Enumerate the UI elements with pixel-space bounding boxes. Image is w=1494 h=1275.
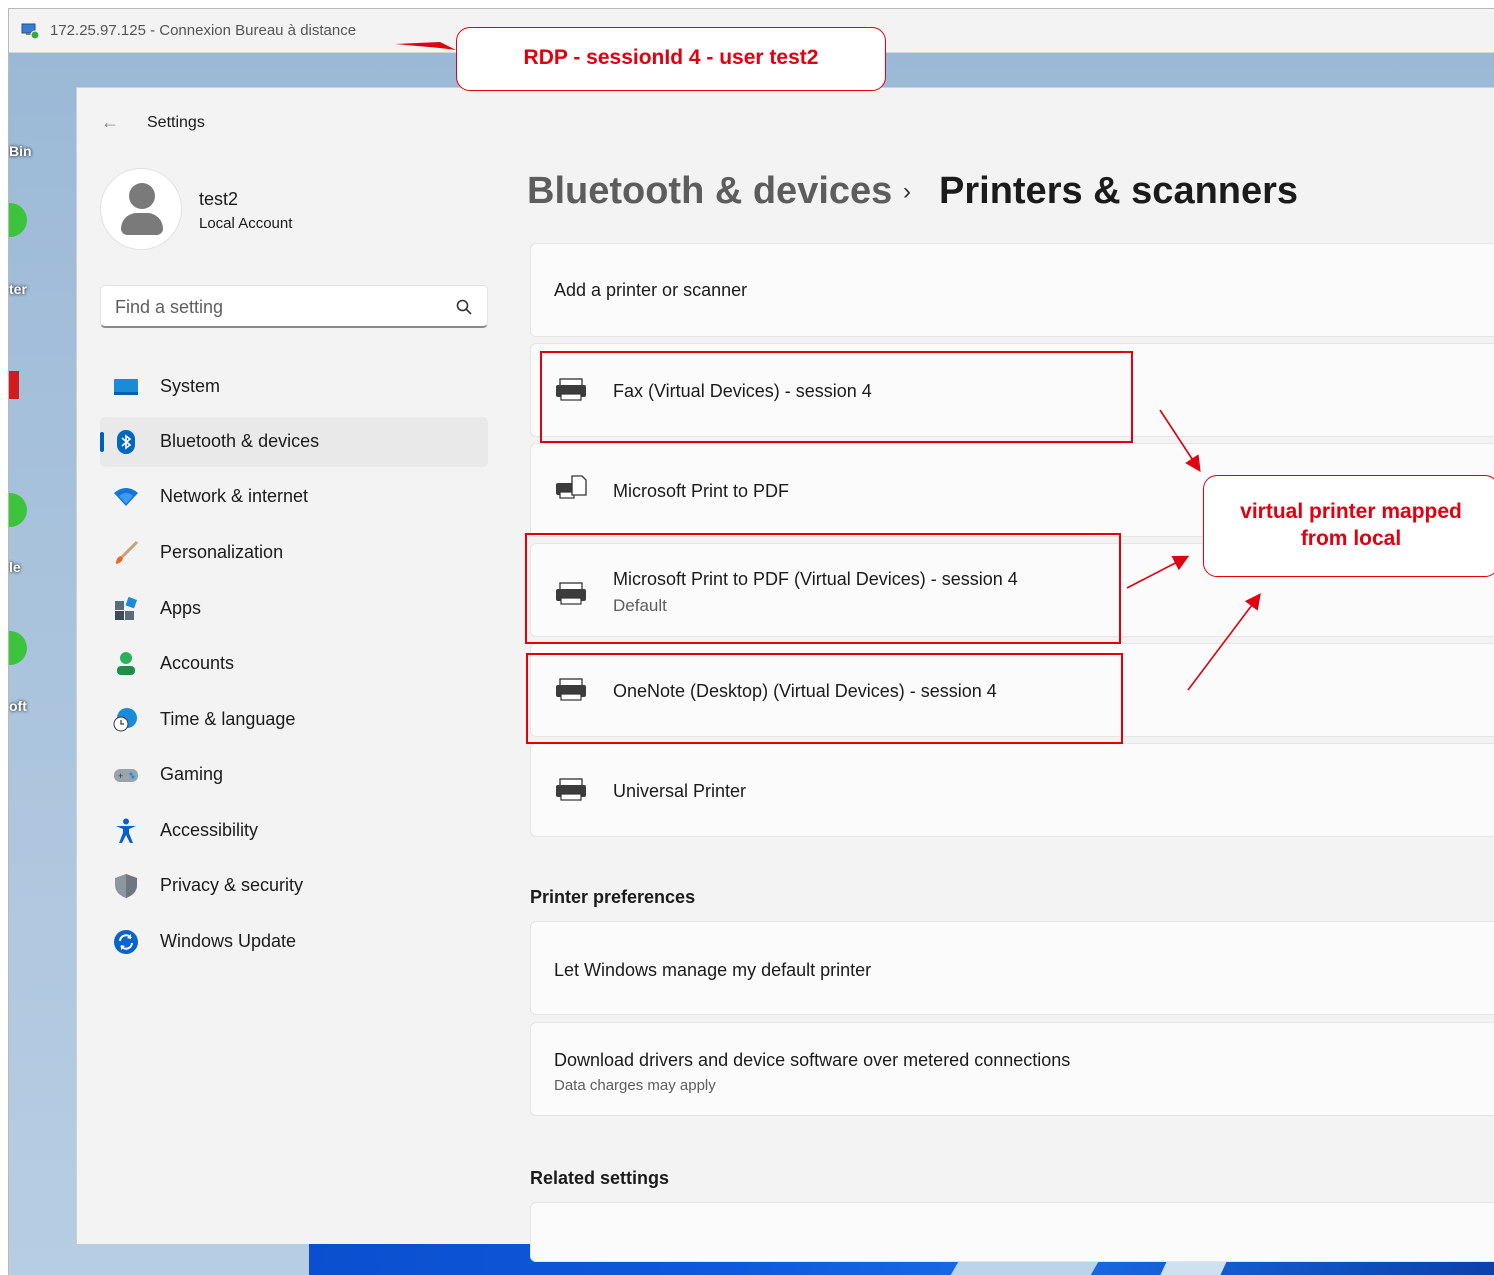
rdp-window-title: 172.25.97.125 - Connexion Bureau à dista… bbox=[50, 22, 357, 39]
highlight-box-onenote bbox=[526, 653, 1123, 744]
session-callout: RDP - sessionId 4 - user test2 bbox=[456, 27, 886, 91]
sidebar-item-label: Privacy & security bbox=[160, 875, 304, 895]
sidebar-item-label: System bbox=[160, 376, 221, 396]
desktop-icon-label: oft bbox=[9, 698, 27, 714]
desktop-icon-label: ter bbox=[9, 281, 27, 297]
highlight-box-pdf-virtual bbox=[525, 533, 1121, 644]
sidebar-item-label: Gaming bbox=[160, 764, 224, 784]
sidebar-item-windows-update[interactable]: Windows Update bbox=[100, 917, 488, 967]
sidebar-item-time-language[interactable]: Time & language bbox=[100, 695, 488, 745]
session-callout-text: RDP - sessionId 4 - user test2 bbox=[523, 46, 819, 69]
sidebar-item-label: Network & internet bbox=[160, 486, 309, 506]
search-placeholder: Find a setting bbox=[115, 297, 224, 317]
system-icon bbox=[114, 379, 138, 395]
sidebar-item-label: Windows Update bbox=[160, 931, 297, 951]
person-icon bbox=[117, 652, 135, 675]
page-title: Printers & scanners bbox=[939, 170, 1299, 212]
desktop-shortcut-icon[interactable] bbox=[9, 371, 19, 399]
mapped-callout-line: virtual printer mapped bbox=[1240, 500, 1462, 523]
shield-icon bbox=[115, 874, 137, 898]
desktop-icon-label: le bbox=[9, 559, 21, 575]
wifi-icon bbox=[114, 488, 138, 506]
desktop-shortcut-icon[interactable] bbox=[9, 631, 27, 665]
section-title-printer-preferences: Printer preferences bbox=[530, 887, 696, 907]
sidebar-item-system[interactable]: System bbox=[100, 362, 488, 412]
sidebar-item-apps[interactable]: Apps bbox=[100, 584, 488, 634]
apps-icon bbox=[115, 596, 138, 620]
brush-icon bbox=[116, 540, 139, 564]
desktop-icon-label: Bin bbox=[9, 143, 32, 159]
add-printer-card[interactable]: Add a printer or scanner bbox=[530, 243, 1494, 337]
sidebar-item-label: Bluetooth & devices bbox=[160, 431, 320, 451]
metered-download-label: Download drivers and device software ove… bbox=[554, 1050, 1071, 1070]
sidebar-item-bluetooth-devices[interactable]: Bluetooth & devices bbox=[100, 417, 488, 467]
sidebar-item-privacy-security[interactable]: Privacy & security bbox=[100, 861, 488, 911]
add-printer-label: Add a printer or scanner bbox=[554, 280, 748, 300]
mapped-printer-callout: virtual printer mapped from local bbox=[1203, 475, 1494, 577]
sidebar-item-accounts[interactable]: Accounts bbox=[100, 639, 488, 689]
sidebar-item-label: Personalization bbox=[160, 542, 284, 562]
manage-default-printer-card[interactable]: Let Windows manage my default printer bbox=[530, 921, 1494, 1015]
metered-download-card[interactable]: Download drivers and device software ove… bbox=[530, 1022, 1494, 1116]
printer-item[interactable]: Universal Printer bbox=[530, 743, 1494, 837]
sidebar-item-label: Apps bbox=[160, 598, 202, 618]
settings-app-title: Settings bbox=[147, 114, 205, 131]
gamepad-icon: + bbox=[114, 769, 138, 782]
globe-clock-icon bbox=[113, 708, 137, 732]
remote-desktop-icon bbox=[21, 23, 39, 39]
search-icon[interactable] bbox=[455, 298, 473, 316]
sidebar-item-gaming[interactable]: + Gaming bbox=[100, 750, 488, 800]
desktop-shortcut-icon[interactable] bbox=[9, 493, 27, 527]
accessibility-icon bbox=[116, 818, 136, 843]
avatar[interactable] bbox=[100, 168, 182, 250]
related-settings-card[interactable] bbox=[530, 1202, 1494, 1262]
sidebar-item-label: Time & language bbox=[160, 709, 296, 729]
section-title-related-settings: Related settings bbox=[530, 1168, 670, 1188]
svg-text:+: + bbox=[118, 771, 123, 781]
mapped-callout-line: from local bbox=[1300, 527, 1402, 550]
user-account-type: Local Account bbox=[199, 215, 293, 232]
search-input[interactable]: Find a setting bbox=[100, 285, 488, 328]
sidebar-item-network-internet[interactable]: Network & internet bbox=[100, 472, 488, 522]
refresh-icon bbox=[114, 930, 138, 954]
breadcrumb-parent-link[interactable]: Bluetooth & devices bbox=[527, 170, 892, 213]
sidebar-item-accessibility[interactable]: Accessibility bbox=[100, 806, 488, 856]
printer-name: Microsoft Print to PDF bbox=[613, 481, 790, 501]
pdf-printer-icon bbox=[556, 475, 587, 499]
highlight-box-fax bbox=[540, 351, 1133, 443]
manage-default-label: Let Windows manage my default printer bbox=[554, 960, 872, 980]
user-name: test2 bbox=[199, 189, 239, 209]
active-indicator bbox=[100, 432, 104, 452]
sidebar-item-personalization[interactable]: Personalization bbox=[100, 528, 488, 578]
metered-download-sub: Data charges may apply bbox=[554, 1077, 716, 1094]
printer-icon bbox=[556, 778, 586, 801]
bluetooth-icon bbox=[117, 430, 135, 454]
printer-name: Universal Printer bbox=[613, 781, 747, 801]
sidebar-item-label: Accessibility bbox=[160, 820, 259, 840]
back-arrow-icon[interactable]: ← bbox=[101, 112, 119, 133]
sidebar-item-label: Accounts bbox=[160, 653, 235, 673]
desktop-shortcut-icon[interactable] bbox=[9, 203, 27, 237]
breadcrumb-separator: › bbox=[903, 178, 911, 205]
